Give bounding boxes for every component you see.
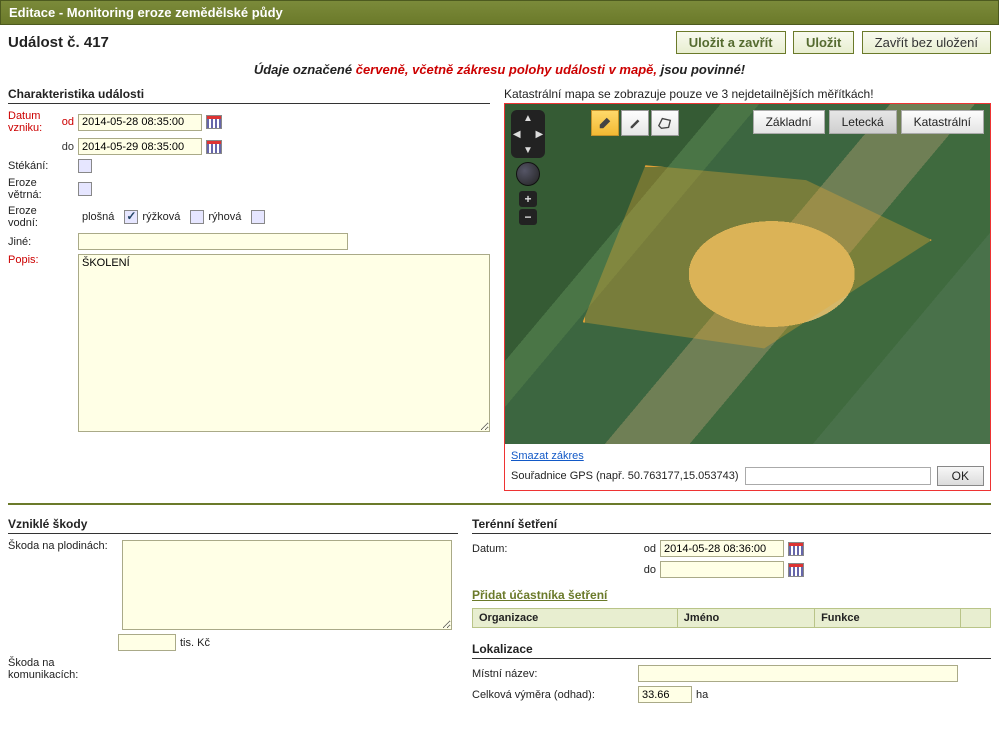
crops-damage-amount-input[interactable] xyxy=(118,634,176,651)
survey-do-label: do xyxy=(638,564,660,576)
th-organizace: Organizace xyxy=(473,609,678,628)
jine-label: Jiné: xyxy=(8,236,56,248)
jine-input[interactable] xyxy=(78,233,348,250)
save-button[interactable]: Uložit xyxy=(793,31,854,54)
map-note: Katastrální mapa se zobrazuje pouze ve 3… xyxy=(504,87,991,101)
participants-table: Organizace Jméno Funkce xyxy=(472,608,991,628)
section-divider xyxy=(8,503,991,505)
popis-textarea[interactable]: ŠKOLENÍ xyxy=(78,254,490,432)
layer-basic-button[interactable]: Základní xyxy=(753,110,825,134)
close-without-save-button[interactable]: Zavřít bez uložení xyxy=(862,31,991,54)
th-jmeno: Jméno xyxy=(677,609,814,628)
stekani-label: Stékání: xyxy=(8,160,56,172)
survey-datum-label: Datum: xyxy=(472,543,638,555)
gps-label: Souřadnice GPS (např. 50.763177,15.05374… xyxy=(511,470,739,482)
pan-control[interactable]: ▲ ◀▶ ▼ xyxy=(511,110,545,158)
draw-tool-edit[interactable] xyxy=(621,110,649,136)
od-label: od xyxy=(56,116,78,128)
calendar-icon[interactable] xyxy=(206,140,222,154)
ryhova-label: rýhová xyxy=(208,211,241,223)
damages-heading: Vzniklé škody xyxy=(8,517,458,534)
layer-aerial-button[interactable]: Letecká xyxy=(829,110,897,134)
mistni-nazev-label: Místní název: xyxy=(472,668,638,680)
th-funkce: Funkce xyxy=(815,609,961,628)
plosna-label: plošná xyxy=(82,211,114,223)
map-frame: ▲ ◀▶ ▼ + − xyxy=(504,103,991,491)
eroze-vodni-label: Eroze vodní: xyxy=(8,205,56,229)
map-canvas[interactable]: ▲ ◀▶ ▼ + − xyxy=(505,104,990,444)
survey-od-input[interactable] xyxy=(660,540,784,557)
zoom-in-button[interactable]: + xyxy=(519,191,537,207)
stekani-checkbox[interactable] xyxy=(78,159,92,173)
tis-kc-label: tis. Kč xyxy=(180,637,210,649)
popis-label: Popis: xyxy=(8,254,56,266)
save-and-close-button[interactable]: Uložit a zavřít xyxy=(676,31,786,54)
zoom-out-button[interactable]: − xyxy=(519,209,537,225)
calendar-icon[interactable] xyxy=(206,115,222,129)
layer-cadastral-button[interactable]: Katastrální xyxy=(901,110,984,134)
delete-drawing-link[interactable]: Smazat zákres xyxy=(511,450,584,462)
characteristics-heading: Charakteristika události xyxy=(8,87,490,104)
required-fields-warning: Údaje označené červeně, včetně zákresu p… xyxy=(0,58,999,87)
ryzkova-checkbox[interactable] xyxy=(190,210,204,224)
celkova-vymera-label: Celková výměra (odhad): xyxy=(472,689,638,701)
ryzkova-label: rýžková xyxy=(142,211,180,223)
survey-od-label: od xyxy=(638,543,660,555)
ryhova-checkbox[interactable] xyxy=(251,210,265,224)
plosna-checkbox[interactable] xyxy=(124,210,138,224)
title-bar: Editace - Monitoring eroze zemědělské pů… xyxy=(0,0,999,25)
draw-tool-polygon[interactable] xyxy=(651,110,679,136)
add-participant-link[interactable]: Přidat účastníka šetření xyxy=(472,588,607,602)
draw-tool-pointer[interactable] xyxy=(591,110,619,136)
gps-input[interactable] xyxy=(745,467,931,485)
survey-heading: Terénní šetření xyxy=(472,517,991,534)
crops-damage-label: Škoda na plodinách: xyxy=(8,540,118,552)
survey-do-input[interactable] xyxy=(660,561,784,578)
datum-od-input[interactable] xyxy=(78,114,202,131)
localization-heading: Lokalizace xyxy=(472,642,991,659)
eroze-vetrna-label: Eroze větrná: xyxy=(8,177,56,201)
celkova-vymera-input[interactable] xyxy=(638,686,692,703)
eroze-vetrna-checkbox[interactable] xyxy=(78,182,92,196)
datum-vzniku-label: Datum vzniku: xyxy=(8,110,56,134)
event-title: Událost č. 417 xyxy=(8,34,109,51)
drawn-polygon[interactable] xyxy=(583,165,932,352)
do-label: do xyxy=(56,141,78,153)
globe-icon[interactable] xyxy=(516,162,540,186)
calendar-icon[interactable] xyxy=(788,563,804,577)
gps-ok-button[interactable]: OK xyxy=(937,466,984,486)
crops-damage-textarea[interactable] xyxy=(122,540,452,630)
th-actions xyxy=(961,609,991,628)
comm-damage-label: Škoda na komunikacích: xyxy=(8,657,118,681)
datum-do-input[interactable] xyxy=(78,138,202,155)
ha-label: ha xyxy=(696,689,708,701)
mistni-nazev-input[interactable] xyxy=(638,665,958,682)
calendar-icon[interactable] xyxy=(788,542,804,556)
